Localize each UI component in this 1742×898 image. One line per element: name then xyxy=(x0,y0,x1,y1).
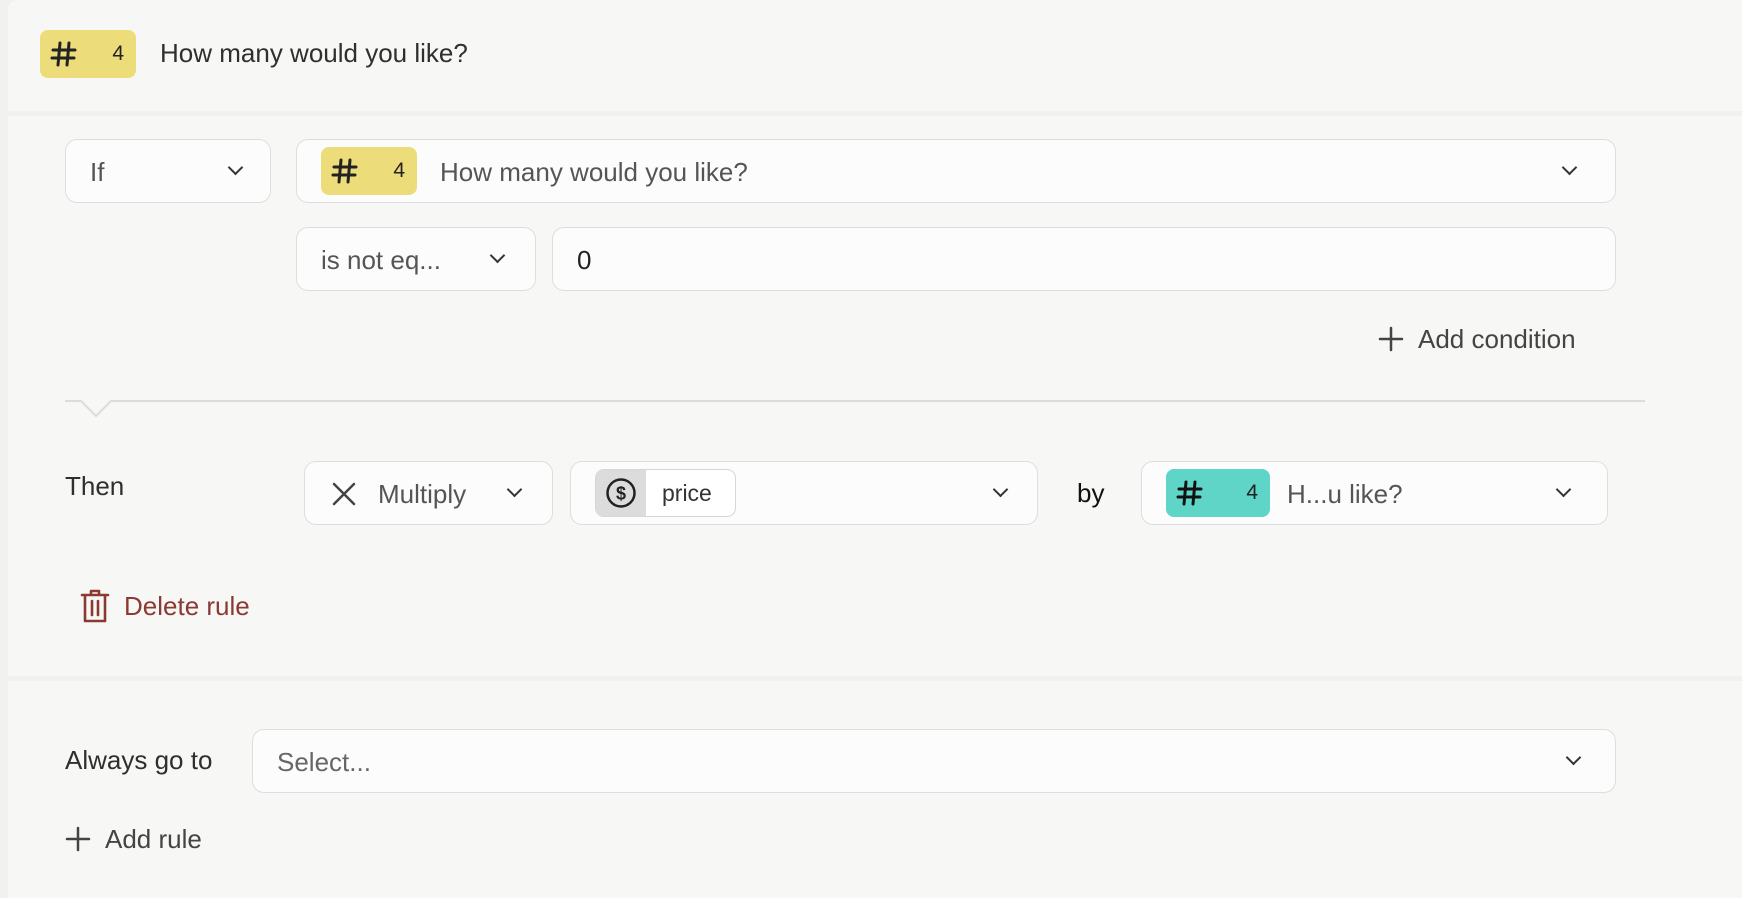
number-type-icon xyxy=(331,158,358,184)
dollar-icon: $ xyxy=(606,478,636,508)
operator-dropdown[interactable]: is not eq... xyxy=(296,227,536,291)
delete-rule-label: Delete rule xyxy=(124,590,250,621)
logic-rule: If 4 How many would you like? is not eq.… xyxy=(8,116,1742,676)
svg-text:$: $ xyxy=(616,484,626,504)
select-placeholder: Select... xyxy=(277,747,371,777)
condition-value: 0 xyxy=(577,245,592,275)
number-type-icon xyxy=(1176,480,1203,506)
chevron-down-icon xyxy=(1565,749,1582,766)
answer-question-dropdown[interactable]: 4 H...u like? xyxy=(1141,461,1608,525)
condition-type-dropdown[interactable]: If xyxy=(65,139,271,203)
chevron-down-icon xyxy=(506,481,523,498)
question-number-badge: 4 xyxy=(321,147,417,195)
then-label: Then xyxy=(65,471,125,501)
condition-question-dropdown[interactable]: 4 How many would you like? xyxy=(296,139,1616,203)
number-type-icon xyxy=(50,41,77,67)
logic-footer: Always go to Select... Add rule xyxy=(8,681,1742,898)
by-label: by xyxy=(1077,478,1105,508)
chevron-down-icon xyxy=(489,247,506,264)
variable-name: price xyxy=(662,479,712,506)
condition-value-input[interactable]: 0 xyxy=(552,227,1616,291)
add-condition-button[interactable]: Add condition xyxy=(1378,321,1576,357)
question-header: 4 How many would you like? xyxy=(8,0,1742,111)
currency-icon-bg: $ xyxy=(596,470,646,516)
variable-chip: $ price xyxy=(595,469,736,517)
operation-label: Multiply xyxy=(378,479,467,509)
section-divider xyxy=(65,400,1645,418)
variable-dropdown[interactable]: $ price xyxy=(570,461,1038,525)
question-title: How many would you like? xyxy=(160,38,468,68)
plus-icon xyxy=(1378,326,1404,352)
always-go-to-label: Always go to xyxy=(65,745,213,775)
operator-label: is not eq... xyxy=(321,245,441,275)
question-number-badge: 4 xyxy=(1166,469,1270,517)
always-go-to-dropdown[interactable]: Select... xyxy=(252,729,1616,793)
add-condition-label: Add condition xyxy=(1418,323,1576,354)
delete-rule-button[interactable]: Delete rule xyxy=(80,586,250,626)
condition-type-label: If xyxy=(90,157,105,187)
chevron-down-icon xyxy=(227,159,244,176)
chevron-down-icon xyxy=(1561,159,1578,176)
question-number: 4 xyxy=(393,159,405,182)
add-rule-label: Add rule xyxy=(105,823,202,854)
chevron-down-icon xyxy=(1555,481,1572,498)
multiply-icon xyxy=(332,482,356,506)
question-number-badge: 4 xyxy=(40,30,136,78)
chevron-down-icon xyxy=(992,481,1009,498)
condition-question-title: How many would you like? xyxy=(440,157,748,187)
question-number: 4 xyxy=(112,42,124,65)
add-rule-button[interactable]: Add rule xyxy=(65,821,202,857)
answer-question-title: H...u like? xyxy=(1287,479,1403,509)
operation-dropdown[interactable]: Multiply xyxy=(304,461,553,525)
question-number: 4 xyxy=(1246,481,1258,504)
plus-icon xyxy=(65,826,91,852)
trash-icon xyxy=(80,589,110,623)
